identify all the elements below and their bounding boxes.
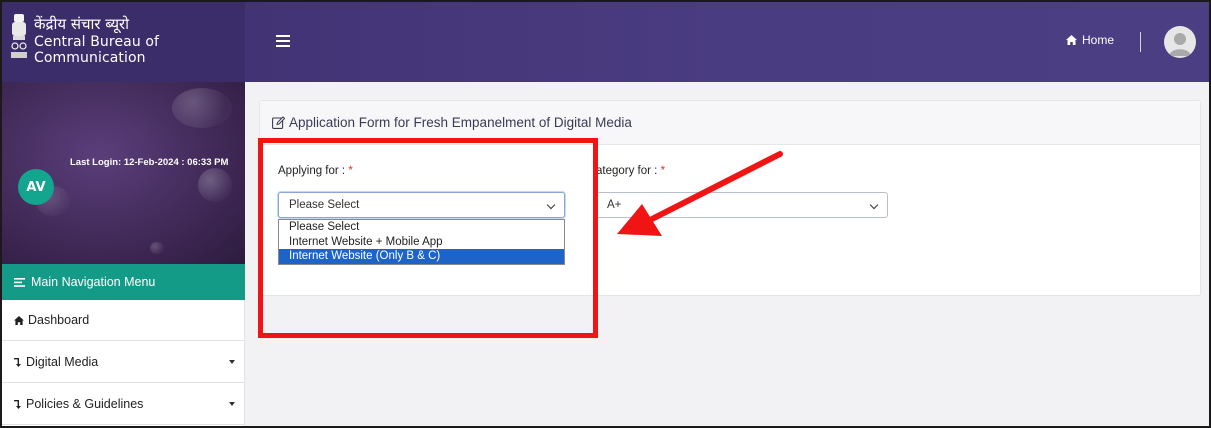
main-navigation-header: Main Navigation Menu bbox=[2, 264, 245, 300]
level-down-arrow-icon bbox=[14, 400, 21, 409]
home-link[interactable]: Home bbox=[1066, 33, 1114, 47]
last-login-text: Last Login: 12-Feb-2024 : 06:33 PM bbox=[70, 157, 229, 168]
category-for-select[interactable]: A+ bbox=[596, 192, 888, 218]
menu-list-icon bbox=[14, 277, 25, 287]
brand-english-title: Central Bureau of Communication bbox=[34, 34, 160, 66]
form-title: Application Form for Fresh Empanelment o… bbox=[289, 115, 632, 130]
applying-for-options-list[interactable]: Please Select Internet Website + Mobile … bbox=[278, 219, 565, 265]
sidebar-item-dashboard[interactable]: Dashboard bbox=[2, 300, 245, 341]
app-window: केंद्रीय संचार ब्यूरो Central Bureau of … bbox=[0, 0, 1211, 428]
sidebar-item-policies-guidelines[interactable]: Policies & Guidelines bbox=[2, 384, 245, 425]
home-icon bbox=[14, 315, 24, 325]
brand-hindi-title: केंद्रीय संचार ब्यूरो bbox=[34, 15, 130, 33]
national-emblem-icon bbox=[11, 14, 27, 58]
applying-for-label: Applying for : * bbox=[278, 165, 353, 177]
applying-for-value: Please Select bbox=[289, 199, 360, 211]
menu-toggle-icon[interactable] bbox=[276, 35, 290, 47]
sidebar: AV Last Login: 12-Feb-2024 : 06:33 PM Ma… bbox=[2, 82, 245, 426]
option-please-select[interactable]: Please Select bbox=[279, 220, 564, 235]
home-label: Home bbox=[1082, 33, 1115, 47]
top-navbar: केंद्रीय संचार ब्यूरो Central Bureau of … bbox=[2, 2, 1209, 82]
edit-icon bbox=[272, 116, 285, 129]
user-silhouette-icon bbox=[1169, 33, 1191, 56]
level-down-arrow-icon bbox=[14, 358, 21, 367]
caret-down-icon bbox=[229, 360, 235, 364]
sidebar-item-label: Dashboard bbox=[28, 313, 90, 327]
user-initials-avatar: AV bbox=[18, 169, 54, 205]
sidebar-item-label: Policies & Guidelines bbox=[26, 397, 144, 411]
decorative-bubble bbox=[150, 242, 164, 254]
sidebar-item-digital-media[interactable]: Digital Media bbox=[2, 342, 245, 383]
option-website-mobile-app[interactable]: Internet Website + Mobile App bbox=[279, 235, 564, 250]
required-marker: * bbox=[660, 165, 666, 177]
brand-block[interactable]: केंद्रीय संचार ब्यूरो Central Bureau of … bbox=[2, 2, 245, 82]
applying-for-select[interactable]: Please Select bbox=[278, 192, 565, 218]
main-navigation-label: Main Navigation Menu bbox=[31, 275, 156, 289]
user-panel: AV Last Login: 12-Feb-2024 : 06:33 PM bbox=[2, 82, 245, 264]
home-icon bbox=[1066, 35, 1077, 45]
sidebar-item-label: Digital Media bbox=[26, 355, 99, 369]
category-for-value: A+ bbox=[607, 199, 622, 211]
caret-down-icon bbox=[229, 402, 235, 406]
navbar-divider bbox=[1140, 32, 1141, 52]
user-avatar[interactable] bbox=[1164, 26, 1196, 58]
decorative-bubble bbox=[198, 168, 232, 202]
option-website-only-b-c[interactable]: Internet Website (Only B & C) bbox=[279, 249, 564, 264]
category-for-label: ategory for : * bbox=[596, 165, 665, 177]
form-card-header: Application Form for Fresh Empanelment o… bbox=[260, 101, 1200, 145]
required-marker: * bbox=[348, 165, 353, 177]
category-for-label-text: ategory for : bbox=[596, 165, 658, 177]
chevron-down-icon bbox=[869, 200, 879, 210]
chevron-down-icon bbox=[546, 200, 556, 210]
decorative-bubble bbox=[172, 88, 232, 128]
applying-for-label-text: Applying for : bbox=[278, 165, 346, 177]
